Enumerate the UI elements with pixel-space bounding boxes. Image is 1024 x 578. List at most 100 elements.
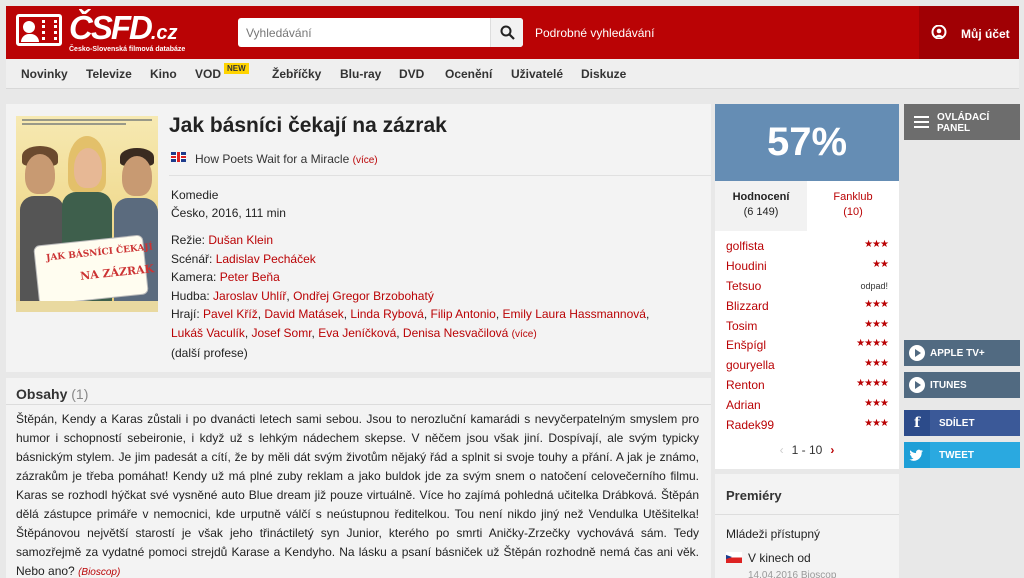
cz-flag-icon — [726, 552, 742, 563]
logo-icon — [16, 14, 62, 46]
premiere-heading: Premiéry — [726, 488, 782, 503]
crew-camera: Kamera: Peter Beňa — [171, 270, 280, 284]
cast-link[interactable]: Filip Antonio — [430, 307, 495, 321]
user-link[interactable]: Renton — [726, 378, 765, 392]
apple-tv-button[interactable]: APPLE TV+ — [904, 340, 1020, 366]
film-poster[interactable]: JAK BÁSNÍCI ČEKAJÍ NA ZÁZRAK — [16, 116, 158, 312]
nav-item-uzivatele[interactable]: Uživatelé — [511, 67, 563, 81]
plot-source-link[interactable]: (Bioscop) — [78, 567, 120, 578]
nav-item-kino[interactable]: Kino — [150, 67, 177, 81]
title-divider — [169, 175, 711, 176]
user-link[interactable]: Tetsuo — [726, 279, 761, 293]
user-link[interactable]: Blizzard — [726, 299, 769, 313]
tab-ratings[interactable]: Hodnocení (6 149) — [715, 181, 807, 231]
crew-music: Hudba: Jaroslav Uhlíř, Ondřej Gregor Brz… — [171, 289, 434, 303]
user-link[interactable]: Radek99 — [726, 418, 774, 432]
cast-link[interactable]: Lukáš Vaculík — [171, 326, 245, 340]
logo-text: ČSFD — [69, 9, 153, 46]
user-rating-row: Radek99 ★★★ — [715, 415, 899, 435]
user-rating-row: Blizzard ★★★ — [715, 296, 899, 316]
search-box — [238, 18, 523, 47]
nav-item-diskuze[interactable]: Diskuze — [581, 67, 626, 81]
itunes-button[interactable]: ITUNES — [904, 372, 1020, 398]
rating-stars: ★★★ — [864, 358, 889, 370]
nav-item-televize[interactable]: Televize — [86, 67, 132, 81]
user-rating-row: golfista ★★★ — [715, 236, 899, 256]
release-date: 14.04.2016 Bioscop — [748, 570, 837, 578]
cast-link[interactable]: Josef Somr — [252, 326, 312, 340]
user-link[interactable]: golfista — [726, 239, 764, 253]
facebook-share-button[interactable]: f SDÍLET — [904, 410, 1020, 436]
header: ČSFD.cz Česko-Slovenská filmová databáze… — [6, 6, 1019, 59]
nav-item-vod[interactable]: VOD — [195, 67, 221, 81]
writer-link[interactable]: Ladislav Pecháček — [216, 252, 316, 266]
control-panel-button[interactable]: OVLÁDACÍ PANEL — [904, 104, 1020, 140]
cast-link[interactable]: Denisa Nesvačilová — [403, 326, 508, 340]
next-page-icon[interactable]: › — [830, 443, 834, 457]
director-link[interactable]: Dušan Klein — [208, 233, 273, 247]
rating-stars: ★★★ — [864, 318, 889, 330]
account-label: Můj účet — [961, 27, 1010, 41]
plot-heading: Obsahy (1) — [16, 386, 89, 402]
twitter-button[interactable]: TWEET — [904, 442, 1020, 468]
cast-more-link[interactable]: (více) — [512, 329, 537, 340]
alt-title-more-link[interactable]: (více) — [353, 155, 378, 166]
rating-stars: ★★★ — [864, 398, 889, 410]
film-genre: Komedie — [171, 188, 219, 202]
prev-page-icon: ‹ — [779, 443, 784, 457]
advanced-search-link[interactable]: Podrobné vyhledávání — [535, 26, 654, 40]
account-button[interactable]: Můj účet — [919, 6, 1019, 59]
rating-score-box: 57% — [715, 104, 899, 181]
cast-link[interactable]: Eva Jeníčková — [318, 326, 396, 340]
cinema-release: V kinech od — [748, 551, 811, 565]
csfd-logo[interactable]: ČSFD.cz Česko-Slovenská filmová databáze — [16, 9, 186, 53]
nav-item-zebricky[interactable]: Žebříčky — [272, 67, 321, 81]
user-rating-row: Renton ★★★★ — [715, 375, 899, 395]
rating-text: odpad! — [860, 280, 888, 291]
rating-stars: ★★ — [872, 258, 889, 270]
nav-item-bluray[interactable]: Blu-ray — [340, 67, 381, 81]
nav-item-novinky[interactable]: Novinky — [21, 67, 68, 81]
music-link[interactable]: Jaroslav Uhlíř — [213, 289, 286, 303]
rating-stars: ★★★ — [864, 239, 889, 250]
film-origin: Česko, 2016, 111 min — [171, 206, 286, 220]
more-professions-link[interactable]: (další profese) — [171, 346, 248, 360]
user-rating-row: gouryella ★★★ — [715, 355, 899, 375]
music-link[interactable]: Ondřej Gregor Brzobohatý — [293, 289, 434, 303]
camera-link[interactable]: Peter Beňa — [220, 270, 280, 284]
rating-box: 57% Hodnocení (6 149) Fanklub (10) golfi… — [715, 104, 899, 469]
nav-item-oceneni[interactable]: Ocenění — [445, 67, 492, 81]
crew-cast: Hrají: Pavel Kříž, David Matásek, Linda … — [171, 307, 650, 321]
user-ratings-list: golfista ★★★ Houdini ★★ Tetsuo odpad! Blizzard… — [715, 236, 899, 435]
rating-percent: 57% — [766, 120, 848, 164]
search-input[interactable] — [238, 18, 488, 47]
plot-count: (1) — [71, 386, 89, 402]
user-link[interactable]: gouryella — [726, 358, 775, 372]
cast-link[interactable]: Pavel Kříž — [203, 307, 258, 321]
nav-item-dvd[interactable]: DVD — [399, 67, 424, 81]
user-rating-row: Adrian ★★★ — [715, 395, 899, 415]
crew-director: Režie: Dušan Klein — [171, 233, 274, 247]
cast-link[interactable]: David Matásek — [264, 307, 343, 321]
user-link[interactable]: Tosim — [726, 319, 757, 333]
facebook-icon: f — [904, 410, 930, 436]
rating-stars: ★★★★ — [856, 338, 889, 350]
plot-text: Štěpán, Kendy a Karas zůstali i po dvaná… — [16, 412, 699, 578]
uk-flag-icon — [171, 152, 186, 162]
alt-title: How Poets Wait for a Miracle (více) — [195, 152, 378, 166]
cast-link[interactable]: Linda Rybová — [350, 307, 423, 321]
user-link[interactable]: Houdini — [726, 259, 767, 273]
user-link[interactable]: Enšpígl — [726, 338, 766, 352]
user-rating-row: Enšpígl ★★★★ — [715, 335, 899, 355]
premiere-box: Premiéry Mládeži přístupný V kinech od 1… — [715, 474, 899, 578]
plot-section: Obsahy (1) Štěpán, Kendy a Karas zůstali… — [6, 378, 711, 578]
rating-stars: ★★★ — [864, 418, 889, 430]
search-icon — [500, 25, 515, 40]
tab-fanclub[interactable]: Fanklub (10) — [807, 181, 899, 231]
cast-link[interactable]: Emily Laura Hassmannová — [503, 307, 646, 321]
user-rating-row: Tosim ★★★ — [715, 316, 899, 336]
search-button[interactable] — [490, 18, 523, 47]
user-link[interactable]: Adrian — [726, 398, 761, 412]
rating-stars: ★★★ — [864, 298, 889, 310]
play-icon — [909, 377, 925, 393]
